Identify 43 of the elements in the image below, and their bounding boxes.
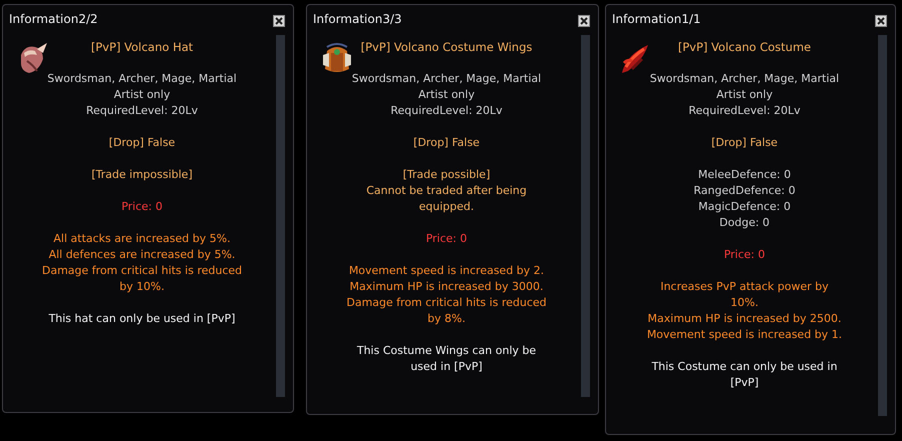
effect-text: Damage from critical hits is reduced by 10%. <box>42 263 242 295</box>
scroll-bar[interactable] <box>581 35 590 397</box>
flag-text: Cannot be traded after being equipped. <box>366 183 527 215</box>
usage-text: This hat can only be used in [PvP] <box>48 311 236 327</box>
flag-text: [Drop] False <box>108 135 176 151</box>
usage-text: This Costume Wings can only be used in [PvP] <box>356 343 536 375</box>
price-text: Price: 0 <box>121 199 163 215</box>
price-text: Price: 0 <box>426 231 468 247</box>
scroll-bar[interactable] <box>878 35 887 416</box>
stat-text: RangedDefence: 0 <box>694 183 796 199</box>
stat-text: RequiredLevel: 20Lv <box>390 103 502 119</box>
window-title: Information3/3 <box>312 11 403 28</box>
close-button[interactable] <box>273 14 285 26</box>
item-name: [PvP] Volcano Costume <box>678 39 811 55</box>
window-title: Information2/2 <box>8 11 99 28</box>
effect-text: Maximum HP is increased by 3000. <box>350 279 544 295</box>
effect-text: Movement speed is increased by 1. <box>646 327 842 343</box>
flag-text: [Trade possible] <box>402 167 490 183</box>
effect-text: Movement speed is increased by 2. <box>348 263 544 279</box>
stat-text: Swordsman, Archer, Mage, Martial Artist only <box>352 71 542 103</box>
usage-text: This Costume can only be used in [PvP] <box>652 359 838 391</box>
effect-text: All attacks are increased by 5%. <box>54 231 230 247</box>
price-text: Price: 0 <box>724 247 766 263</box>
effect-text: Increases PvP attack power by 10%. <box>660 279 829 311</box>
close-button[interactable] <box>578 14 590 26</box>
effect-text: Damage from critical hits is reduced by 8%. <box>346 295 546 327</box>
stat-text: Swordsman, Archer, Mage, Martial Artist only <box>650 71 840 103</box>
effect-text: Maximum HP is increased by 2500. <box>648 311 842 327</box>
stat-text: MeleeDefence: 0 <box>698 167 791 183</box>
stat-text: RequiredLevel: 20Lv <box>688 103 800 119</box>
close-button[interactable] <box>875 14 887 26</box>
flag-text: [Drop] False <box>413 135 480 151</box>
effect-text: All defences are increased by 5%. <box>48 247 236 263</box>
flag-text: [Trade impossible] <box>91 167 192 183</box>
item-name: [PvP] Volcano Hat <box>90 39 194 55</box>
stat-text: Swordsman, Archer, Mage, Martial Artist only <box>47 71 237 103</box>
stat-text: Dodge: 0 <box>719 215 770 231</box>
stat-text: RequiredLevel: 20Lv <box>86 103 198 119</box>
flag-text: [Drop] False <box>711 135 778 151</box>
window-title: Information1/1 <box>611 11 702 28</box>
stat-text: MagicDefence: 0 <box>698 199 791 215</box>
scroll-bar[interactable] <box>276 35 285 397</box>
item-name: [PvP] Volcano Costume Wings <box>360 39 532 55</box>
